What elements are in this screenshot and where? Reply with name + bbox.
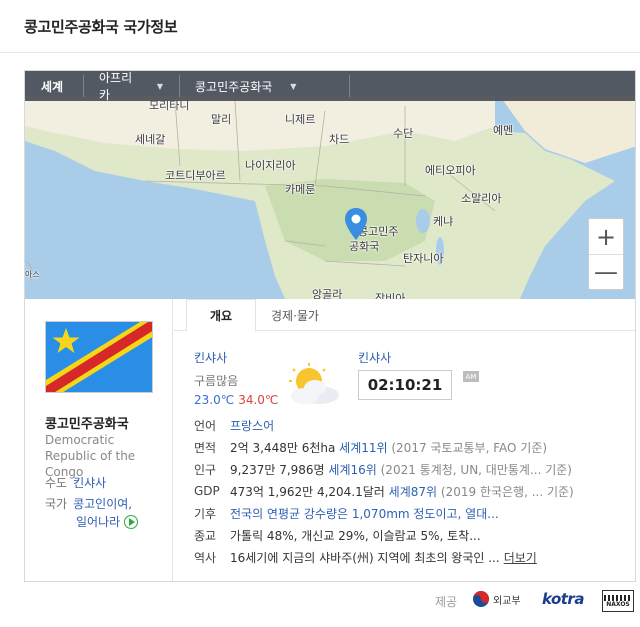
map-label-chad: 차드 [329,133,350,146]
map-label-niger: 니제르 [285,113,316,126]
map-label-kenya: 케냐 [433,215,454,228]
info-link[interactable]: 세계11위 [339,439,387,456]
mofa-logo[interactable]: 외교부 [472,590,521,608]
country-summary: 콩고민주공화국 Democratic Republic of the Congo… [25,299,173,581]
provider-label: 제공 [435,595,458,609]
map-land [25,71,635,299]
info-value: (2021 통계청, UN, 대만통계... 기준) [376,462,572,477]
breadcrumb-continent-label: 아프리카 [99,71,133,102]
footer: 제공 외교부 kotra NAXOS [0,588,640,614]
map-label-mali: 말리 [211,113,232,126]
weather-condition: 구름많음 [194,374,239,388]
info-row: 면적 2억 3,448만 6천ha 세계11위 (2017 국토교통부, FAO … [194,436,634,458]
tab-bar: 개요 경제·물가 [174,299,635,332]
anthem-row: 국가 콩고인이여, 일어나라 [45,495,139,531]
breadcrumb: 세계 아프리카 ▼ 콩고민주공화국 ▼ [25,71,635,102]
more-link[interactable]: 더보기 [504,549,537,566]
partly-cloudy-icon [289,363,339,404]
info-value: 9,237만 7,986명 [230,462,329,477]
map-label-zambia: 잠비아 [375,292,406,299]
country-name-en: Democratic Republic of the Congo [45,433,136,479]
capital-row: 수도 킨샤사 [45,474,106,491]
chevron-down-icon: ▼ [290,81,297,91]
map-label-cameroon: 카메룬 [285,183,316,196]
weather: 킨샤사 구름많음 23.0℃ 34.0℃ [194,349,278,407]
page-header: 콩고민주공화국 국가정보 [0,0,640,53]
info-value: 가톨릭 48%, 개신교 29%, 이슬람교 5%, 토착... [230,528,481,543]
map-label-tanzania: 탄자니아 [403,252,444,265]
page-title: 콩고민주공화국 국가정보 [24,18,178,36]
weather-temps: 23.0℃ 34.0℃ [194,393,278,407]
map-label-cote-divoire: 코트디부아르 [165,169,226,182]
kotra-logo[interactable]: kotra [542,590,584,608]
map-label-senegal: 세네갈 [135,133,166,146]
info-key: 역사 [194,550,217,565]
naxos-logo[interactable]: NAXOS [602,590,634,612]
breadcrumb-world[interactable]: 세계 [25,71,83,101]
breadcrumb-country[interactable]: 콩고민주공화국 ▼ [179,71,349,101]
info-list: 언어 프랑스어면적 2억 3,448만 6천ha 세계11위 (2017 국토교통부… [194,414,634,568]
clock-time: 02:10:21 [358,370,452,400]
taegeuk-icon [473,591,489,607]
clock-city[interactable]: 킨샤사 [358,349,391,366]
location-pin-icon[interactable] [344,207,368,241]
map-label-edge: 아스 [25,270,40,279]
country-name-ko: 콩고민주공화국 [45,417,129,432]
info-key: GDP [194,484,220,498]
info-row: 기후 전국의 연평균 강수량은 1,070mm 정도이고, 열대... [194,502,634,524]
anthem-link-line2[interactable]: 일어나라 [76,515,120,529]
tab-economy[interactable]: 경제·물가 [256,299,334,331]
temp-low: 23.0℃ [194,393,235,407]
info-row: 역사 16세기에 지금의 샤바주(州) 지역에 최초의 왕국인 ... 더보기 [194,546,634,568]
breadcrumb-country-label: 콩고민주공화국 [195,79,273,94]
info-row: 종교 가톨릭 48%, 개신교 29%, 이슬람교 5%, 토착... [194,524,634,546]
info-value: (2019 한국은행, ... 기준) [437,484,574,499]
map-label-ethiopia: 에티오피아 [425,164,476,177]
info-row: GDP 473억 1,962만 4,204.1달러 세계87위 (2019 한국은… [194,480,634,502]
info-key: 언어 [194,418,217,433]
weather-city[interactable]: 킨샤사 [194,349,278,366]
info-key: 면적 [194,440,217,455]
country-flag [45,321,153,393]
ampm-badge: AM [463,371,479,382]
flag-drc-icon [46,322,152,392]
info-value: (2017 국토교통부, FAO 기준) [387,440,548,455]
map-zoom-control: + — [588,218,624,290]
anthem-link[interactable]: 콩고인이여, [73,497,132,511]
map-label-nigeria: 나이지리아 [245,159,296,172]
capital-link[interactable]: 킨샤사 [73,476,106,490]
tab-overview[interactable]: 개요 [186,299,256,332]
info-link[interactable]: 세계16위 [328,461,376,478]
mofa-label: 외교부 [493,595,521,607]
info-key: 종교 [194,528,217,543]
map-label-yemen: 예멘 [493,124,514,137]
play-icon[interactable] [124,515,139,529]
map[interactable]: 모리타니 말리 니제르 수단 예멘 세네갈 차드 나이지리아 코트디부아르 에티… [25,71,635,299]
naxos-label: NAXOS [606,600,630,608]
country-detail: 개요 경제·물가 킨샤사 구름많음 23.0℃ 34.0℃ 킨샤사 02:10:2… [174,299,635,581]
anthem-label: 국가 [45,497,68,511]
info-link[interactable]: 프랑스어 [230,417,274,434]
capital-label: 수도 [45,476,68,490]
map-label-somalia: 소말리아 [461,192,502,205]
info-value: 473억 1,962만 4,204.1달러 [230,484,389,499]
info-row: 인구 9,237만 7,986명 세계16위 (2021 통계청, UN, 대만통… [194,458,634,480]
info-key: 인구 [194,462,217,477]
info-row: 언어 프랑스어 [194,414,634,436]
temp-high: 34.0℃ [238,393,279,407]
info-key: 기후 [194,506,217,521]
map-label-sudan: 수단 [393,127,414,140]
country-info-card: 모리타니 말리 니제르 수단 예멘 세네갈 차드 나이지리아 코트디부아르 에티… [24,70,636,582]
info-link[interactable]: 전국의 연평균 강수량은 1,070mm 정도이고, 열대... [230,505,499,522]
info-value: 16세기에 지금의 샤바주(州) 지역에 최초의 왕국인 ... [230,550,500,565]
chevron-down-icon: ▼ [156,81,163,91]
breadcrumb-continent[interactable]: 아프리카 ▼ [83,71,179,102]
info-value: 2억 3,448만 6천ha [230,440,340,455]
map-label-angola: 앙골라 [312,288,343,299]
zoom-in-button[interactable]: + [589,219,623,254]
breadcrumb-world-label: 세계 [41,79,64,94]
info-link[interactable]: 세계87위 [389,483,437,500]
zoom-out-button[interactable]: — [589,254,623,289]
